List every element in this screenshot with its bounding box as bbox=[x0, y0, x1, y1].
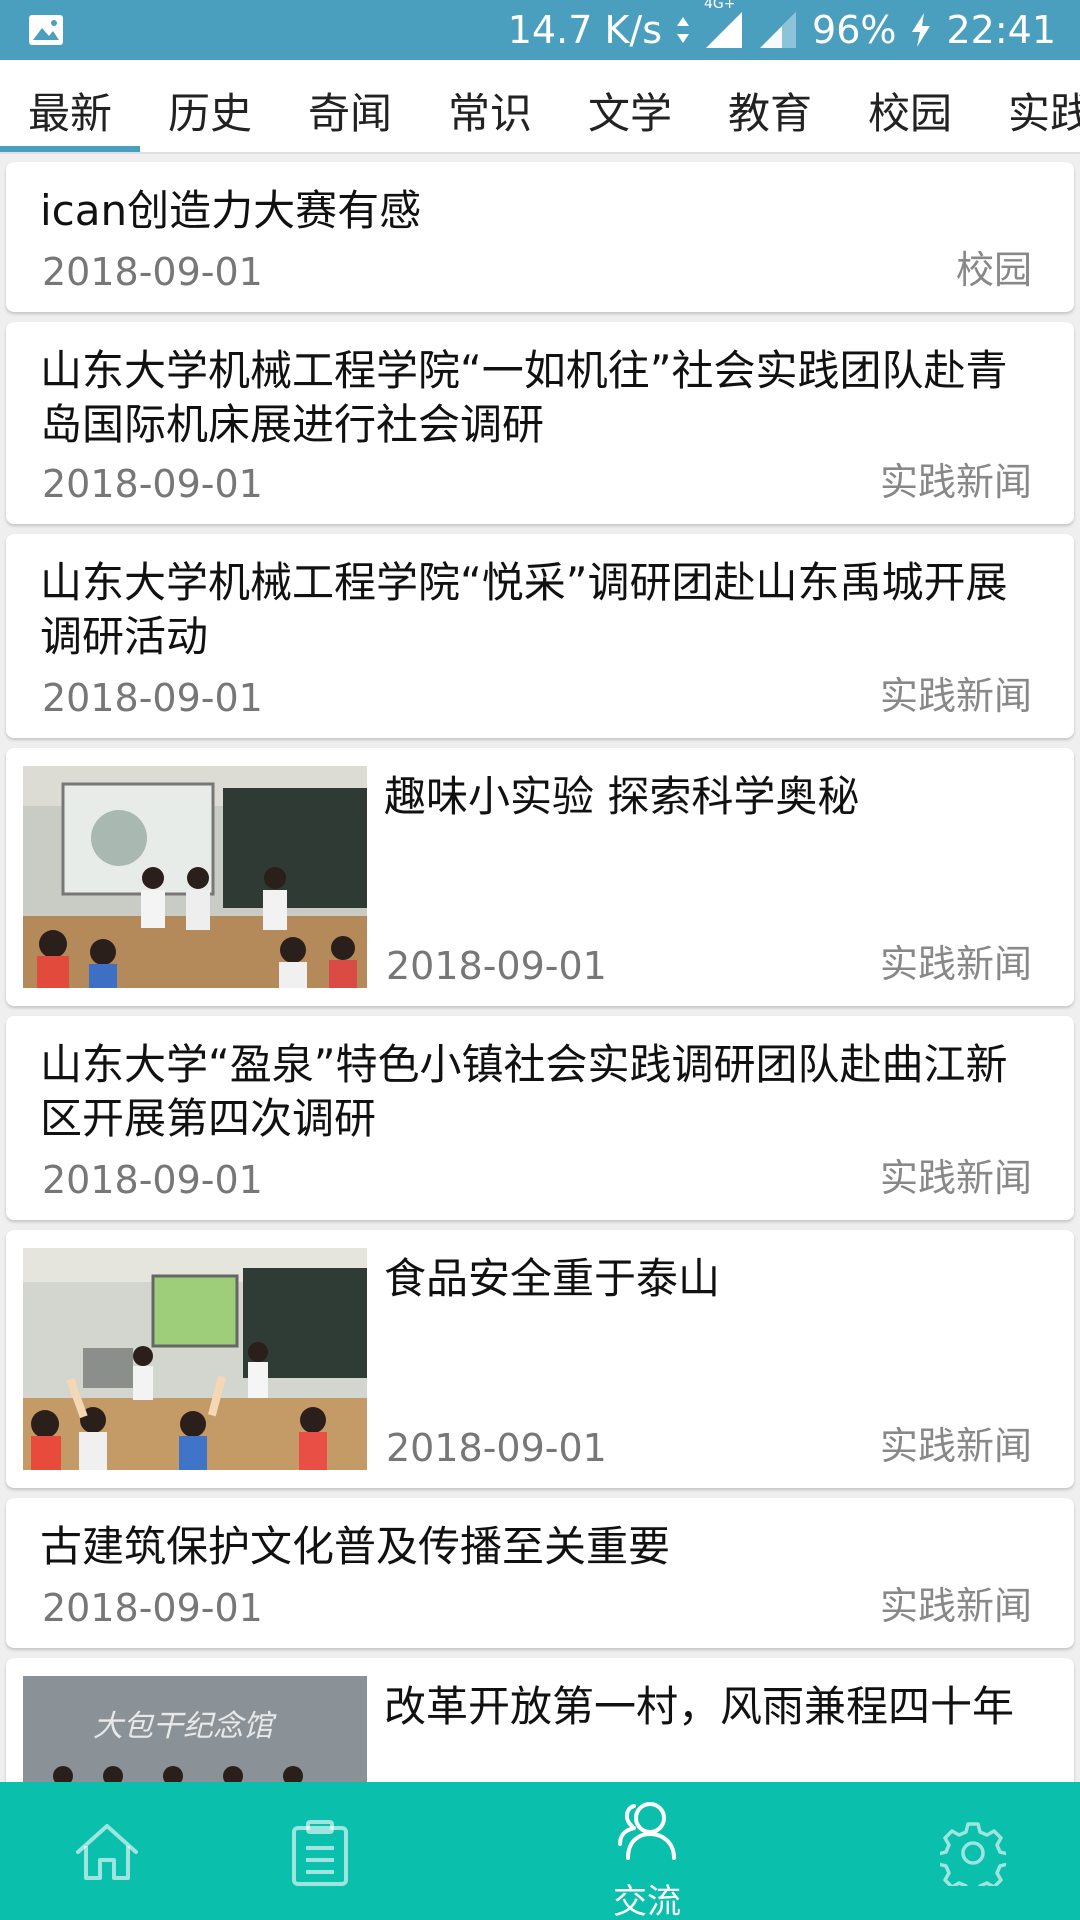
clock: 22:41 bbox=[946, 8, 1056, 52]
news-category: 实践新闻 bbox=[879, 460, 1032, 504]
tab-campus[interactable]: 校园 bbox=[840, 60, 980, 152]
signal-icon-2 bbox=[758, 10, 798, 50]
network-speed: 14.7 K/s bbox=[507, 8, 663, 52]
news-category: 实践新闻 bbox=[879, 1584, 1032, 1628]
news-title: 改革开放第一村，风雨兼程四十年 bbox=[384, 1682, 1015, 1731]
nav-home[interactable] bbox=[70, 1782, 170, 1920]
charging-bolt-icon bbox=[910, 12, 932, 48]
news-date: 2018-09-01 bbox=[42, 1158, 263, 1202]
news-category: 实践新闻 bbox=[879, 674, 1032, 718]
news-item[interactable]: 山东大学机械工程学院“悦采”调研团赴山东禹城开展调研活动 2018-09-01 … bbox=[6, 534, 1074, 738]
news-title: 趣味小实验 探索科学奥秘 bbox=[384, 772, 860, 821]
news-category: 校园 bbox=[955, 248, 1032, 292]
status-bar: 14.7 K/s 4G+ 96% 22:41 bbox=[0, 0, 1080, 60]
news-thumbnail: 大包干纪念馆 bbox=[23, 1676, 367, 1782]
tab-literature[interactable]: 文学 bbox=[560, 60, 700, 152]
tab-oddities[interactable]: 奇闻 bbox=[280, 60, 420, 152]
nav-label: 交流 bbox=[613, 1882, 681, 1920]
active-tab-indicator bbox=[0, 146, 140, 152]
news-item[interactable]: 食品安全重于泰山 2018-09-01 实践新闻 bbox=[6, 1230, 1074, 1488]
home-icon bbox=[74, 1822, 140, 1882]
news-title: 山东大学机械工程学院“一如机往”社会实践团队赴青岛国际机床展进行社会调研 bbox=[40, 346, 1008, 449]
tab-education[interactable]: 教育 bbox=[700, 60, 840, 152]
news-item[interactable]: 山东大学“盈泉”特色小镇社会实践调研团队赴曲江新区开展第四次调研 2018-09… bbox=[6, 1016, 1074, 1220]
category-tab-bar: 最新 历史 奇闻 常识 文学 教育 校园 实践 bbox=[0, 60, 1080, 154]
news-thumbnail bbox=[23, 1248, 367, 1470]
battery-level: 96% bbox=[812, 8, 897, 52]
image-icon bbox=[28, 14, 64, 46]
news-item[interactable]: 趣味小实验 探索科学奥秘 2018-09-01 实践新闻 bbox=[6, 748, 1074, 1006]
news-category: 实践新闻 bbox=[879, 942, 1032, 986]
nav-records[interactable] bbox=[280, 1782, 380, 1920]
news-item[interactable]: ican创造力大赛有感 2018-09-01 校园 bbox=[6, 162, 1074, 312]
news-date: 2018-09-01 bbox=[42, 250, 263, 294]
news-date: 2018-09-01 bbox=[42, 1586, 263, 1630]
tab-history[interactable]: 历史 bbox=[140, 60, 280, 152]
network-type: 4G+ bbox=[704, 0, 736, 12]
news-item[interactable]: 大包干纪念馆 改革开放第一村，风雨兼程四十年 bbox=[6, 1658, 1074, 1782]
news-item[interactable]: 古建筑保护文化普及传播至关重要 2018-09-01 实践新闻 bbox=[6, 1498, 1074, 1648]
news-date: 2018-09-01 bbox=[42, 462, 263, 506]
nav-settings[interactable] bbox=[940, 1782, 1030, 1920]
news-date: 2018-09-01 bbox=[386, 1426, 607, 1470]
news-title: ican创造力大赛有感 bbox=[40, 186, 422, 235]
tab-latest[interactable]: 最新 bbox=[0, 60, 140, 152]
news-thumbnail bbox=[23, 766, 367, 988]
clipboard-icon bbox=[290, 1820, 350, 1886]
bottom-navigation: 交流 bbox=[0, 1782, 1080, 1920]
news-title: 山东大学“盈泉”特色小镇社会实践调研团队赴曲江新区开展第四次调研 bbox=[40, 1040, 1008, 1143]
tab-practice[interactable]: 实践 bbox=[980, 60, 1080, 152]
people-icon bbox=[610, 1800, 684, 1866]
news-title: 山东大学机械工程学院“悦采”调研团赴山东禹城开展调研活动 bbox=[40, 558, 1008, 661]
news-item[interactable]: 山东大学机械工程学院“一如机往”社会实践团队赴青岛国际机床展进行社会调研 201… bbox=[6, 322, 1074, 524]
news-title: 食品安全重于泰山 bbox=[384, 1254, 721, 1303]
data-arrows-icon bbox=[676, 15, 690, 45]
gear-icon bbox=[940, 1820, 1006, 1886]
tab-knowledge[interactable]: 常识 bbox=[420, 60, 560, 152]
signal-icon: 4G+ bbox=[704, 0, 744, 50]
news-date: 2018-09-01 bbox=[42, 676, 263, 720]
news-category: 实践新闻 bbox=[879, 1424, 1032, 1468]
news-list[interactable]: ican创造力大赛有感 2018-09-01 校园 山东大学机械工程学院“一如机… bbox=[0, 156, 1080, 1782]
news-title: 古建筑保护文化普及传播至关重要 bbox=[40, 1522, 671, 1571]
svg-text:大包干纪念馆: 大包干纪念馆 bbox=[93, 1709, 277, 1744]
news-category: 实践新闻 bbox=[879, 1156, 1032, 1200]
nav-exchange[interactable]: 交流 bbox=[590, 1782, 704, 1920]
news-date: 2018-09-01 bbox=[386, 944, 607, 988]
